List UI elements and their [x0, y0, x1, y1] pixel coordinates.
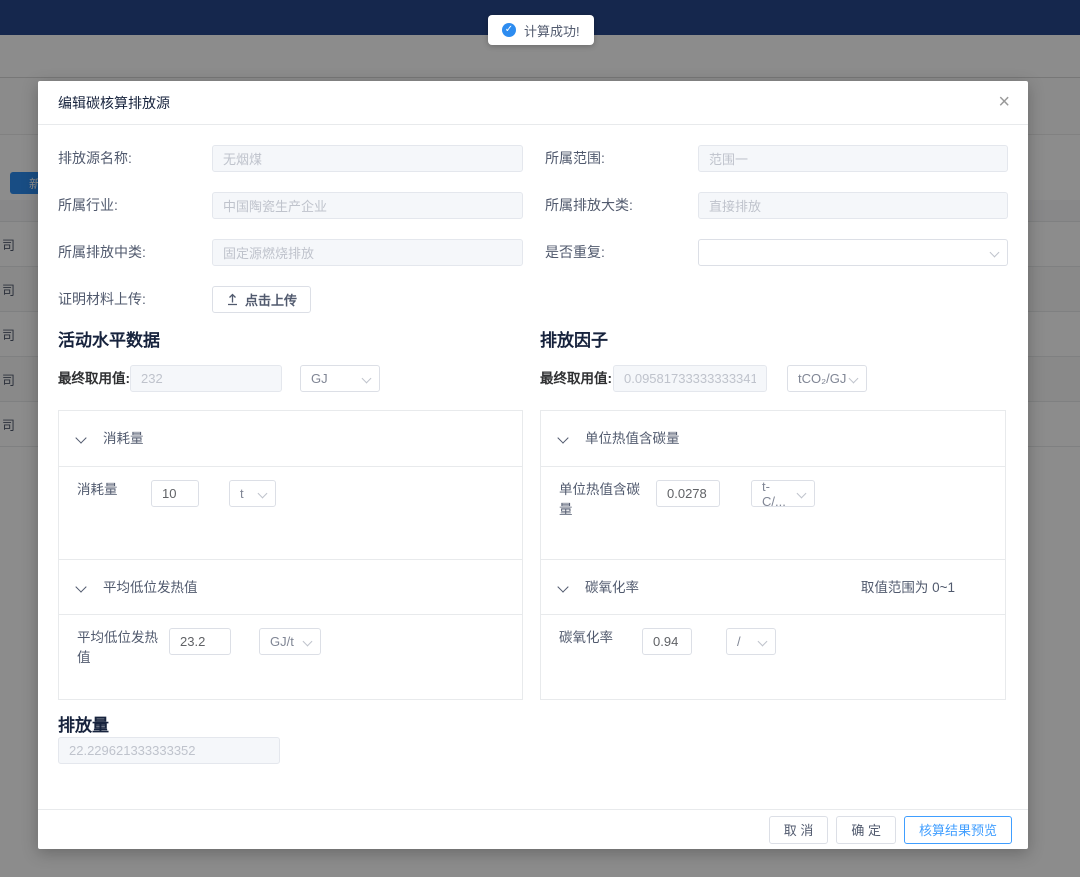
carbon-content-row-label: 单位热值含碳量 — [559, 480, 645, 520]
is-duplicate-label: 是否重复: — [545, 239, 605, 266]
consumption-unit-select[interactable]: t — [229, 480, 276, 507]
edit-emission-source-dialog: 编辑碳核算排放源 × 排放源名称: 所属范围: 所属行业: 所属排放大类: 所属… — [38, 81, 1028, 849]
source-name-label: 排放源名称: — [58, 145, 132, 172]
emission-amount-section-title: 排放量 — [58, 711, 109, 736]
chevron-down-icon — [557, 581, 568, 592]
dialog-title: 编辑碳核算排放源 — [58, 81, 170, 125]
activity-unit-select[interactable]: GJ — [300, 365, 380, 392]
success-check-icon: ✓ — [502, 23, 516, 37]
scope-input — [698, 145, 1008, 172]
oxidation-rate-panel-body: 碳氧化率 / — [541, 614, 1005, 700]
chevron-down-icon — [990, 248, 1000, 258]
carbon-content-unit-select[interactable]: t-C/... — [751, 480, 815, 507]
heating-value-unit-value: GJ/t — [270, 634, 294, 649]
carbon-content-panel-title: 单位热值含碳量 — [585, 411, 680, 466]
emission-mid-category-label: 所属排放中类: — [58, 239, 146, 266]
carbon-content-input[interactable] — [656, 480, 720, 507]
chevron-down-icon — [758, 637, 768, 647]
upload-button[interactable]: 点击上传 — [212, 286, 311, 313]
activity-unit-value: GJ — [311, 371, 328, 386]
chevron-down-icon — [75, 432, 86, 443]
oxidation-rate-unit-select[interactable]: / — [726, 628, 776, 655]
oxidation-rate-input[interactable] — [642, 628, 692, 655]
carbon-content-panel-header[interactable]: 单位热值含碳量 — [541, 411, 1005, 466]
activity-data-section-title: 活动水平数据 — [58, 326, 160, 351]
scope-label: 所属范围: — [545, 145, 605, 172]
heating-value-panel-title: 平均低位发热值 — [103, 560, 198, 615]
success-toast: ✓ 计算成功! — [488, 15, 594, 45]
dialog-footer: 取 消 确 定 核算结果预览 — [38, 809, 1028, 849]
chevron-down-icon — [258, 489, 268, 499]
toast-message: 计算成功! — [524, 21, 580, 40]
upload-button-label: 点击上传 — [245, 290, 297, 309]
chevron-down-icon — [303, 637, 313, 647]
consumption-input[interactable] — [151, 480, 199, 507]
upload-icon — [226, 293, 239, 306]
carbon-content-panel-body: 单位热值含碳量 t-C/... — [541, 466, 1005, 559]
heating-value-row-label: 平均低位发热值 — [77, 628, 163, 668]
industry-label: 所属行业: — [58, 192, 118, 219]
heating-value-panel-header[interactable]: 平均低位发热值 — [59, 559, 522, 614]
factor-unit-select[interactable]: tCO₂/GJ — [787, 365, 867, 392]
oxidation-rate-unit-value: / — [737, 634, 741, 649]
heating-value-panel-body: 平均低位发热值 GJ/t — [59, 614, 522, 700]
activity-final-value-label: 最终取用值: — [58, 365, 130, 392]
consumption-panel-title: 消耗量 — [103, 411, 144, 466]
factor-unit-value: tCO₂/GJ — [798, 371, 846, 386]
consumption-panel-header[interactable]: 消耗量 — [59, 411, 522, 466]
chevron-down-icon — [557, 432, 568, 443]
emission-factor-section-title: 排放因子 — [540, 326, 608, 351]
chevron-down-icon — [797, 489, 807, 499]
heating-value-input[interactable] — [169, 628, 231, 655]
factor-panels: 单位热值含碳量 单位热值含碳量 t-C/... 碳氧化率 取值范围为 0~1 碳… — [540, 410, 1006, 700]
confirm-button[interactable]: 确 定 — [836, 816, 896, 844]
emission-mid-category-input — [212, 239, 523, 266]
is-duplicate-select[interactable] — [698, 239, 1008, 266]
carbon-content-unit-value: t-C/... — [762, 479, 790, 509]
close-icon[interactable]: × — [998, 90, 1010, 114]
heating-value-unit-select[interactable]: GJ/t — [259, 628, 321, 655]
emission-major-category-label: 所属排放大类: — [545, 192, 633, 219]
activity-final-value-input — [130, 365, 282, 392]
oxidation-rate-panel-title: 碳氧化率 — [585, 560, 639, 615]
result-preview-button[interactable]: 核算结果预览 — [904, 816, 1012, 844]
chevron-down-icon — [75, 581, 86, 592]
activity-panels: 消耗量 消耗量 t 平均低位发热值 平均低位发热值 GJ/t — [58, 410, 523, 700]
chevron-down-icon — [362, 374, 372, 384]
emission-amount-input — [58, 737, 280, 764]
chevron-down-icon — [849, 374, 859, 384]
dialog-header: 编辑碳核算排放源 × — [38, 81, 1028, 125]
oxidation-rate-range-hint: 取值范围为 0~1 — [861, 560, 955, 615]
factor-final-value-input — [613, 365, 767, 392]
industry-input — [212, 192, 523, 219]
consumption-unit-value: t — [240, 486, 244, 501]
source-name-input — [212, 145, 523, 172]
oxidation-rate-panel-header[interactable]: 碳氧化率 取值范围为 0~1 — [541, 559, 1005, 614]
emission-major-category-input — [698, 192, 1008, 219]
oxidation-rate-row-label: 碳氧化率 — [559, 628, 645, 648]
consumption-panel-body: 消耗量 t — [59, 466, 522, 559]
upload-label: 证明材料上传: — [58, 286, 146, 313]
factor-final-value-label: 最终取用值: — [540, 365, 612, 392]
cancel-button[interactable]: 取 消 — [769, 816, 829, 844]
